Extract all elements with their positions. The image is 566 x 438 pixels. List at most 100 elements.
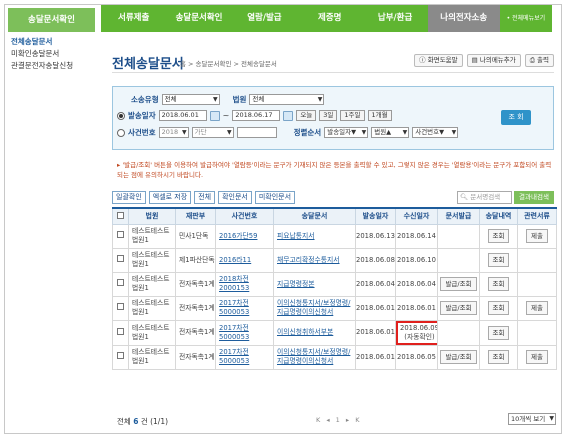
history-button[interactable]: 조회 — [487, 301, 510, 315]
document-link[interactable]: 이의신청통지서/보정명령/지급명령이의신청서 — [277, 348, 350, 365]
nav-payment-refund[interactable]: 납부/환급 — [362, 5, 427, 32]
nav-delivery-check[interactable]: 송달문서확인 — [166, 5, 231, 32]
division-cell-cell: 민사1단독 — [175, 223, 216, 249]
sidebar-item-all-docs[interactable]: 전체송달문서 — [8, 36, 95, 48]
quick-1month-button[interactable]: 1개월 — [367, 110, 392, 121]
result-search-button[interactable]: 결과내검색 — [514, 191, 554, 204]
issue-button[interactable]: 발급/조회 — [440, 277, 477, 291]
case-no-link[interactable]: 2016가단59 — [219, 232, 257, 240]
doc-search-input[interactable]: 🔍︎ 문서명검색 — [457, 191, 512, 204]
header-sent-date[interactable]: 발송일자 — [355, 207, 396, 225]
related-submit-button-cell: 제출 — [517, 295, 557, 321]
recv-date-cell-cell: 2018.06.09 (자동확인) — [395, 319, 438, 346]
case-type-select[interactable]: 전체 — [161, 94, 220, 105]
header-case-no[interactable]: 사건번호 — [215, 207, 274, 225]
document-link[interactable]: 피요납통지서 — [277, 232, 315, 240]
document-link[interactable]: 채무고리확정수통지서 — [277, 256, 340, 264]
sidebar-item-unconfirmed-docs[interactable]: 미확인송달문서 — [8, 48, 95, 60]
case-no-link[interactable]: 2017차전5000053 — [219, 299, 249, 316]
filter-all-button[interactable]: 전체 — [194, 191, 216, 204]
help-button[interactable]: ⓘ 화면도움말 — [414, 54, 463, 67]
case-no-input[interactable] — [236, 127, 277, 138]
date-from-input[interactable]: 2018.06.01 — [158, 110, 207, 121]
sort-select-2[interactable]: 법원▲ — [371, 127, 410, 138]
history-button[interactable]: 조회 — [487, 350, 510, 364]
row-checkbox[interactable] — [117, 303, 124, 310]
quick-1week-button[interactable]: 1주일 — [340, 110, 365, 121]
history-button-cell: 조회 — [479, 295, 518, 321]
history-button[interactable]: 조회 — [487, 277, 510, 291]
calendar-icon[interactable] — [209, 110, 220, 121]
division-cell: 제1파산단독 — [179, 255, 215, 264]
case-no-link[interactable]: 2017차전5000053 — [219, 324, 249, 341]
print-icon: ⎙ — [529, 56, 538, 64]
sent-date-cell: 2018.06.08 — [356, 255, 395, 264]
court-cell-cell: 테스트테스트법원1 — [128, 319, 176, 346]
document-link[interactable]: 지급명령정본 — [277, 280, 315, 288]
sidebar-item-judgment-apply[interactable]: 관결문전자송달신청 — [8, 60, 95, 72]
nav-submit[interactable]: 서류제출 — [101, 5, 166, 32]
add-my-menu-button[interactable]: ▤ 나의메뉴추가 — [466, 54, 521, 67]
breadcrumb: 홈 > 송달문서확인 > 전체송달문서 — [180, 60, 277, 68]
related-submit-button-cell: 제출 — [517, 344, 557, 370]
query-button[interactable]: 조 회 — [501, 110, 531, 125]
quick-today-button[interactable]: 오늘 — [296, 110, 317, 121]
sent-date-cell: 2018.06.04 — [356, 279, 395, 288]
header-division[interactable]: 재판부 — [175, 207, 216, 225]
related-submit-button[interactable]: 제출 — [526, 301, 548, 315]
issue-button[interactable]: 발급/조회 — [440, 350, 477, 364]
case-no-link[interactable]: 2018차전2000153 — [219, 275, 249, 292]
header-history[interactable]: 송달내역 — [479, 207, 518, 225]
case-no-link-cell: 2018차전2000153 — [215, 271, 274, 297]
history-button[interactable]: 조회 — [487, 325, 510, 340]
nav-all-menu-label: 전체메뉴보기 — [512, 15, 546, 22]
calendar-icon[interactable] — [283, 110, 294, 121]
header-document[interactable]: 송달문서 — [273, 207, 356, 225]
nav-view-issue[interactable]: 열람/발급 — [232, 5, 297, 32]
document-link[interactable]: 이의신청통지서/보정명령/지급명령이의신청서 — [277, 299, 350, 316]
quick-3day-button[interactable]: 3일 — [319, 110, 338, 121]
nav-my-lawsuit[interactable]: 나의전자소송 — [427, 5, 500, 32]
case-kind-select[interactable]: 가단 — [191, 127, 234, 138]
related-submit-button[interactable]: 제출 — [526, 350, 548, 364]
recv-date-cell-cell: 2018.06.04 — [395, 271, 438, 297]
per-page-select[interactable]: 10개씩 보기 — [508, 413, 556, 425]
document-link[interactable]: 이의신청취하서부본 — [277, 328, 333, 336]
issue-button[interactable]: 발급/조회 — [440, 301, 477, 315]
filter-unconfirmed-button[interactable]: 미확인문서 — [254, 191, 296, 204]
history-button[interactable]: 조회 — [487, 253, 510, 267]
pagination[interactable]: K ◂ 1 ▸ K — [316, 416, 361, 424]
header-related[interactable]: 관련서류 — [517, 207, 557, 225]
print-button[interactable]: ⎙ 출력 — [524, 54, 554, 67]
division-cell: 전자독촉1계 — [179, 352, 215, 361]
related-submit-button[interactable]: 제출 — [526, 229, 548, 243]
date-to-input[interactable]: 2018.06.17 — [232, 110, 281, 121]
case-no-link[interactable]: 2016라11 — [219, 256, 251, 264]
history-button-cell: 조회 — [479, 247, 518, 273]
row-checkbox[interactable] — [117, 231, 124, 238]
header-issue[interactable]: 문서발급 — [437, 207, 480, 225]
header-recv-date[interactable]: 수신일자 — [395, 207, 438, 225]
sent-date-cell-cell: 2018.06.01 — [355, 319, 396, 346]
sort-select-3[interactable]: 사건번호▼ — [412, 127, 459, 138]
history-button[interactable]: 조회 — [487, 229, 510, 243]
case-no-link[interactable]: 2017차전5000053 — [219, 348, 249, 365]
excel-save-button[interactable]: 엑셀로 저장 — [148, 191, 192, 204]
recv-date-cell: 2018.06.01 — [397, 303, 436, 312]
filter-confirmed-button[interactable]: 확인문서 — [218, 191, 252, 204]
nav-all-menu[interactable]: • 전체메뉴보기 — [500, 5, 552, 32]
date-radio[interactable] — [117, 111, 125, 120]
nav-certificate[interactable]: 제증명 — [297, 5, 362, 32]
bulk-confirm-button[interactable]: 일괄확인 — [112, 191, 146, 204]
header-court[interactable]: 법원 — [128, 207, 176, 225]
row-checkbox[interactable] — [117, 352, 124, 359]
case-year-select[interactable]: 2018 — [158, 127, 189, 138]
history-button-cell: 조회 — [479, 223, 518, 249]
court-select[interactable]: 전체 — [249, 94, 325, 105]
row-checkbox[interactable] — [117, 279, 124, 286]
sort-select-1[interactable]: 발송일자▼ — [324, 127, 369, 138]
select-all-checkbox[interactable] — [117, 211, 124, 219]
case-no-radio[interactable] — [117, 128, 125, 137]
row-checkbox[interactable] — [117, 327, 124, 335]
row-checkbox[interactable] — [117, 255, 124, 262]
